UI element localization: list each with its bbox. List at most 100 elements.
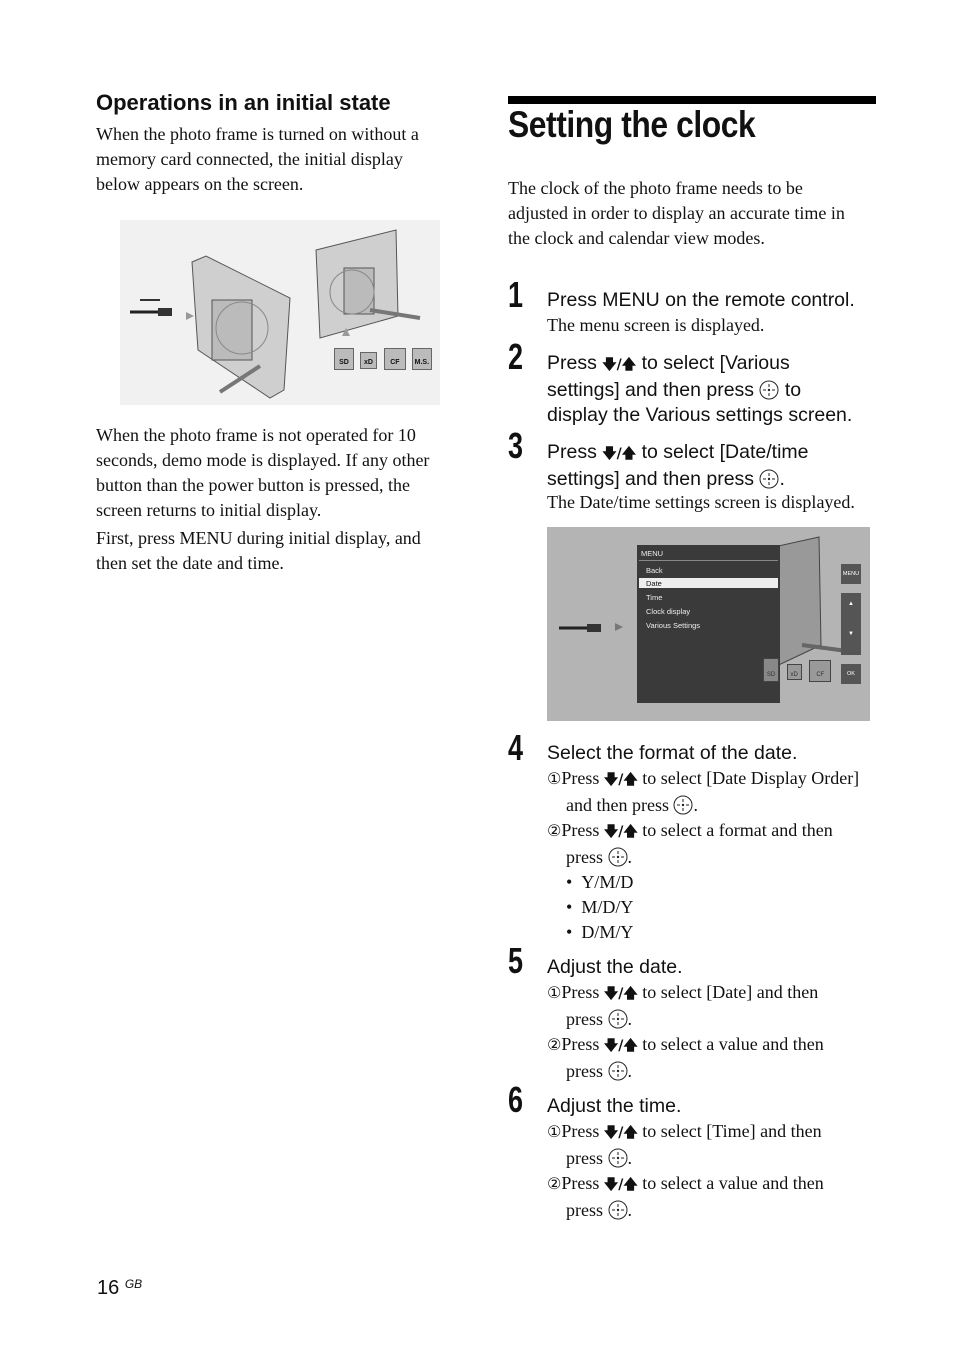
menu-item-date[interactable]: Date bbox=[646, 579, 662, 588]
text-line: then set the date and time. bbox=[96, 553, 284, 573]
down-arrow-icon[interactable]: ▼ bbox=[841, 631, 861, 637]
text: Press bbox=[561, 1034, 604, 1054]
menu-panel: MENU Back Date Time Clock display Variou… bbox=[637, 545, 780, 703]
text: settings] and then press bbox=[547, 379, 760, 401]
menu-item-various-settings[interactable]: Various Settings bbox=[646, 621, 700, 630]
initial-display-illustration: SD xD CF M.S. bbox=[120, 220, 440, 405]
text: settings] and then press bbox=[547, 468, 760, 490]
step-text: Adjust the time. bbox=[547, 1095, 682, 1117]
text: . bbox=[693, 795, 698, 815]
text-line: seconds, demo mode is displayed. If any … bbox=[96, 450, 430, 470]
step-text: Adjust the date. bbox=[547, 956, 683, 978]
text: . bbox=[779, 468, 785, 490]
menu-screen-illustration: MENU Back Date Time Clock display Variou… bbox=[547, 527, 870, 721]
section-heading: Operations in an initial state bbox=[96, 90, 391, 115]
step-number: 5 bbox=[508, 940, 524, 981]
card-slots: SD xD CF M.S. bbox=[334, 348, 432, 370]
card-ms: M.S. bbox=[411, 348, 432, 370]
text: and then press bbox=[566, 795, 674, 815]
enter-button-icon bbox=[759, 380, 779, 400]
text: to select [Time] and then bbox=[637, 1121, 822, 1141]
substep-marker: ① bbox=[547, 769, 562, 788]
up-arrow-icon[interactable]: ▲ bbox=[841, 601, 861, 607]
down-up-arrow-icon: 🡇/🡅 bbox=[602, 357, 637, 373]
text: Press bbox=[561, 1173, 604, 1193]
text: Press bbox=[561, 768, 604, 788]
text: display the Various settings screen. bbox=[547, 404, 853, 426]
text: press bbox=[566, 1200, 608, 1220]
ok-button[interactable]: OK bbox=[841, 664, 861, 684]
up-down-buttons[interactable]: ▲ ▼ bbox=[841, 593, 861, 655]
text-line: When the photo frame is not operated for… bbox=[96, 425, 416, 445]
step-text: Press MENU on the remote control. bbox=[547, 289, 855, 311]
substeps: ①Press 🡇/🡅 to select [Date] and then pre… bbox=[547, 980, 824, 1084]
text: . bbox=[627, 1061, 633, 1081]
text: to select [Date] and then bbox=[637, 982, 819, 1002]
step-number: 1 bbox=[508, 274, 524, 315]
substep-marker: ① bbox=[547, 983, 562, 1002]
demo-paragraph: When the photo frame is not operated for… bbox=[96, 423, 429, 523]
text: . bbox=[627, 1148, 633, 1168]
text: to select [Date Display Order] bbox=[637, 768, 860, 788]
page-title: Setting the clock bbox=[508, 104, 756, 145]
text: Press bbox=[547, 441, 603, 463]
card-cf: CF bbox=[383, 348, 406, 370]
text-line: button than the power button is pressed,… bbox=[96, 475, 410, 495]
page-number-value: 16 bbox=[97, 1277, 120, 1299]
bullet-item: • D/M/Y bbox=[566, 922, 634, 942]
text: to select a value and then bbox=[637, 1173, 824, 1193]
enter-button-icon bbox=[608, 1061, 628, 1081]
text: to bbox=[779, 379, 802, 401]
menu-item-back[interactable]: Back bbox=[646, 566, 663, 575]
enter-button-icon bbox=[759, 469, 779, 489]
substep-marker: ② bbox=[547, 1174, 562, 1193]
text-line: When the photo frame is turned on withou… bbox=[96, 124, 419, 144]
intro-paragraph: When the photo frame is turned on withou… bbox=[96, 122, 419, 197]
text: D/M/Y bbox=[581, 922, 634, 942]
divider bbox=[639, 560, 778, 561]
intro-paragraph: The clock of the photo frame needs to be… bbox=[508, 176, 845, 251]
language-code: GB bbox=[124, 1277, 143, 1291]
photo-frame-illustration bbox=[130, 229, 421, 399]
text: Press bbox=[561, 1121, 604, 1141]
menu-item-time[interactable]: Time bbox=[646, 593, 662, 602]
down-up-arrow-icon: 🡇/🡅 bbox=[603, 1038, 638, 1054]
text: press bbox=[566, 1061, 608, 1081]
bullet-item: • M/D/Y bbox=[566, 897, 634, 917]
substep-marker: ② bbox=[547, 821, 562, 840]
text: to select [Various bbox=[636, 352, 790, 374]
text: to select [Date/time bbox=[636, 441, 809, 463]
text-line: memory card connected, the initial displ… bbox=[96, 149, 403, 169]
menu-title: MENU bbox=[641, 549, 664, 558]
page-number: 16 GB bbox=[97, 1277, 142, 1300]
substep-marker: ② bbox=[547, 1035, 562, 1054]
card-sd: SD bbox=[763, 658, 779, 682]
text: to select a format and then bbox=[637, 820, 833, 840]
step-note: The menu screen is displayed. bbox=[547, 315, 765, 335]
text: . bbox=[627, 1200, 633, 1220]
text: . bbox=[627, 847, 633, 867]
text-line: screen returns to initial display. bbox=[96, 500, 322, 520]
card-sd: SD bbox=[334, 348, 354, 370]
step-number: 3 bbox=[508, 425, 524, 466]
enter-button-icon bbox=[608, 847, 628, 867]
text-line: The clock of the photo frame needs to be bbox=[508, 178, 803, 198]
enter-button-icon bbox=[673, 795, 693, 815]
step-number: 4 bbox=[508, 727, 524, 768]
step-note: The Date/time settings screen is display… bbox=[547, 492, 855, 512]
substeps: ①Press 🡇/🡅 to select [Time] and then pre… bbox=[547, 1119, 824, 1223]
text: Press bbox=[547, 352, 603, 374]
text: Y/M/D bbox=[581, 872, 634, 892]
substep-marker: ① bbox=[547, 1122, 562, 1141]
down-up-arrow-icon: 🡇/🡅 bbox=[603, 1177, 638, 1193]
step-text: Select the format of the date. bbox=[547, 742, 798, 764]
text-line: below appears on the screen. bbox=[96, 174, 304, 194]
menu-button[interactable]: MENU bbox=[841, 564, 861, 584]
text: press bbox=[566, 1148, 608, 1168]
step-text: Press 🡇/🡅 to select [Various settings] a… bbox=[547, 351, 852, 428]
step-number: 2 bbox=[508, 336, 524, 377]
down-up-arrow-icon: 🡇/🡅 bbox=[603, 1125, 638, 1141]
menu-item-clock-display[interactable]: Clock display bbox=[646, 607, 690, 616]
down-up-arrow-icon: 🡇/🡅 bbox=[602, 446, 637, 462]
text: Press bbox=[561, 982, 604, 1002]
